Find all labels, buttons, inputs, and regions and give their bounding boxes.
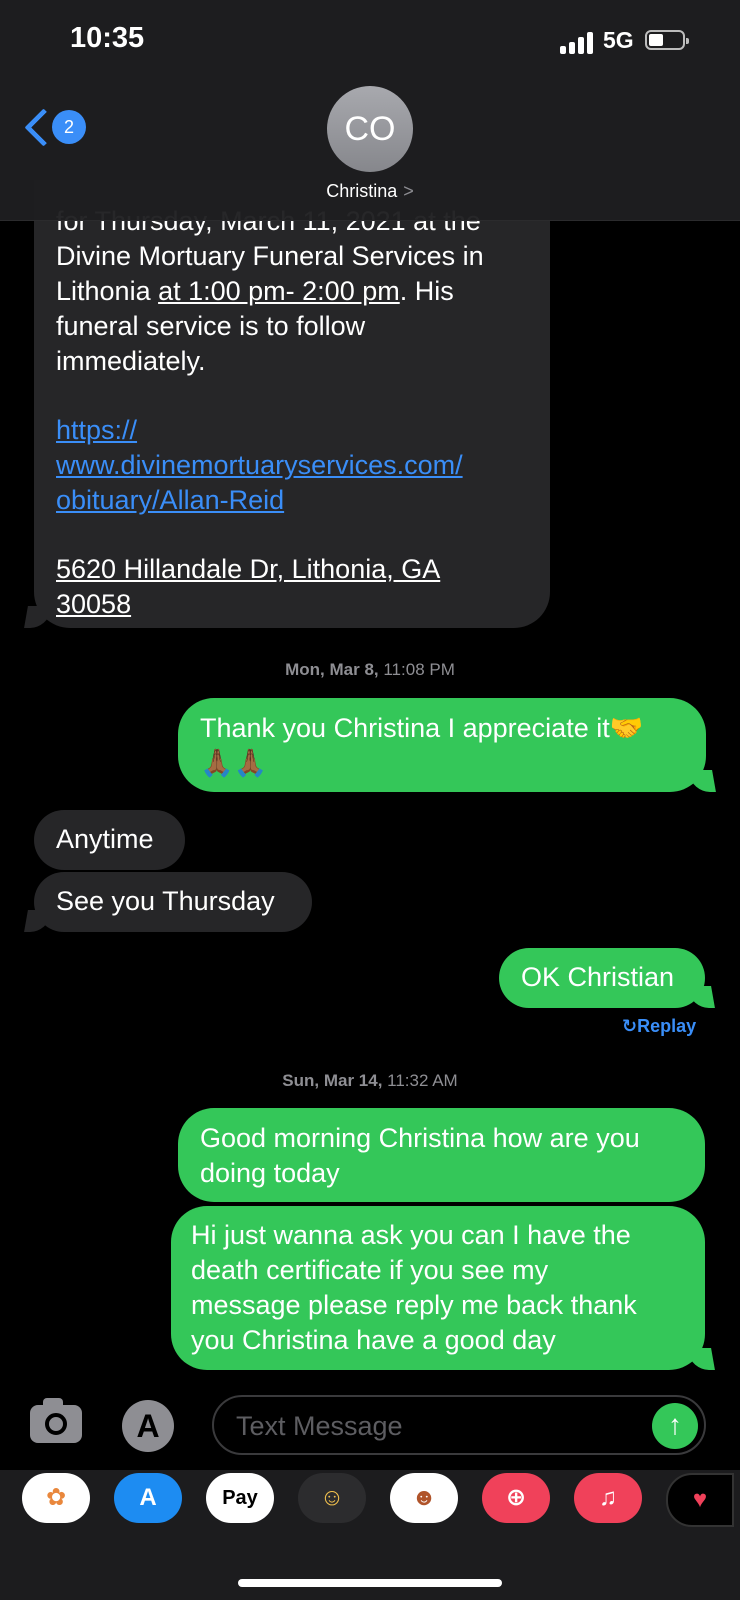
message-text-line: Divine Mortuary Funeral Services in xyxy=(56,241,484,271)
obituary-link[interactable]: www.divinemortuaryservices.com/ xyxy=(56,448,528,483)
message-bubble-sent[interactable]: Thank you Christina I appreciate it🤝 🙏🏾🙏… xyxy=(178,698,706,792)
back-button[interactable]: 2 xyxy=(24,108,86,150)
time-detected-link[interactable]: at 1:00 pm- 2:00 pm xyxy=(158,276,400,306)
message-bubble-sent[interactable]: Good morning Christina how are you doing… xyxy=(178,1108,705,1202)
contact-name-button[interactable]: Christina > xyxy=(0,181,740,202)
digital-touch-app-icon[interactable]: ♥ xyxy=(666,1473,734,1527)
conversation-header: 10:35 5G 2 CO Christina > xyxy=(0,0,740,221)
timestamp: Sun, Mar 14, 11:32 AM xyxy=(282,1071,458,1090)
message-text-line: 🙏🏾🙏🏾 xyxy=(200,748,268,778)
message-input[interactable]: Text Message ↑ xyxy=(212,1395,706,1455)
memoji-app-icon[interactable]: ☺ xyxy=(298,1473,366,1523)
message-bubble-received[interactable]: for Thursday, March 11, 2021 at the Divi… xyxy=(34,180,550,628)
message-text-line: Good morning Christina how are you xyxy=(200,1123,640,1153)
contact-name: Christina xyxy=(326,181,398,201)
music-app-icon[interactable]: ♫ xyxy=(574,1473,642,1523)
send-button[interactable]: ↑ xyxy=(652,1403,698,1449)
message-text-line: Thank you Christina I appreciate it🤝 xyxy=(200,713,644,743)
message-text-line: message please reply me back thank xyxy=(191,1290,637,1320)
message-text: See you Thursday xyxy=(56,886,275,916)
address-link[interactable]: 30058 xyxy=(56,587,528,622)
message-text: OK Christian xyxy=(521,962,675,992)
chevron-right-icon: > xyxy=(403,181,414,201)
message-thread[interactable]: for Thursday, March 11, 2021 at the Divi… xyxy=(0,0,740,1600)
app-store-app-icon[interactable]: A xyxy=(114,1473,182,1523)
message-text-line: funeral service is to follow xyxy=(56,311,366,341)
photos-app-icon[interactable]: ✿ xyxy=(22,1473,90,1523)
message-text-line: doing today xyxy=(200,1158,340,1188)
message-text: . His xyxy=(399,276,454,306)
message-bubble-received[interactable]: Anytime xyxy=(34,810,185,870)
message-text-line: Hi just wanna ask you can I have the xyxy=(191,1220,631,1250)
replay-button[interactable]: ↻Replay xyxy=(622,1016,696,1037)
app-store-icon[interactable]: A xyxy=(122,1400,174,1452)
home-indicator[interactable] xyxy=(238,1579,502,1587)
message-bubble-received[interactable]: See you Thursday xyxy=(34,872,312,932)
address-link[interactable]: 5620 Hillandale Dr, Lithonia, GA xyxy=(56,552,528,587)
message-bubble-sent[interactable]: Hi just wanna ask you can I have the dea… xyxy=(171,1206,705,1370)
message-input-placeholder: Text Message xyxy=(236,1411,403,1441)
message-bubble-sent[interactable]: OK Christian xyxy=(499,948,705,1008)
message-text-line: death certificate if you see my xyxy=(191,1255,549,1285)
message-text-line: Lithonia at 1:00 pm- 2:00 pm. His xyxy=(56,274,528,309)
animoji-app-icon[interactable]: ☻ xyxy=(390,1473,458,1523)
contact-avatar[interactable]: CO xyxy=(327,86,413,172)
battery-icon xyxy=(645,30,689,50)
message-text-line: immediately. xyxy=(56,346,206,376)
timestamp: Mon, Mar 8, 11:08 PM xyxy=(285,660,455,679)
camera-icon[interactable] xyxy=(30,1398,82,1443)
apple-pay-app-icon[interactable]: Pay xyxy=(206,1473,274,1523)
message-text: Lithonia xyxy=(56,276,159,306)
cellular-signal-icon xyxy=(560,32,596,54)
message-text-line: you Christina have a good day xyxy=(191,1325,556,1355)
status-time: 10:35 xyxy=(70,22,145,54)
obituary-link[interactable]: https:// xyxy=(56,413,528,448)
unread-count-badge: 2 xyxy=(52,110,86,144)
obituary-link[interactable]: obituary/Allan-Reid xyxy=(56,483,528,518)
network-type: 5G xyxy=(603,27,634,53)
message-text: Anytime xyxy=(56,824,154,854)
image-search-app-icon[interactable]: ⊕ xyxy=(482,1473,550,1523)
